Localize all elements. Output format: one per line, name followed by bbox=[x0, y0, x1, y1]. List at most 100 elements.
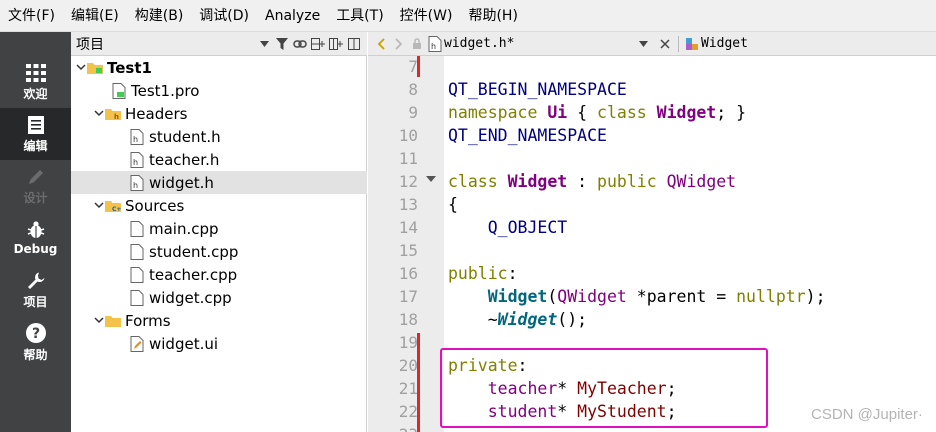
code-line: Q_OBJECT bbox=[448, 216, 567, 239]
code-token: : bbox=[507, 264, 518, 283]
mode-welcome[interactable]: 欢迎 bbox=[0, 56, 71, 108]
editor-file-tab[interactable]: widget.h* bbox=[444, 36, 634, 51]
menu-bar: 文件(F) 编辑(E) 构建(B) 调试(D) Analyze 工具(T) 控件… bbox=[0, 0, 936, 32]
headers-folder-icon: h bbox=[105, 106, 121, 122]
header-file-icon: h bbox=[129, 174, 145, 191]
tree-item-headers[interactable]: h Headers bbox=[71, 102, 367, 125]
wrench-icon bbox=[27, 272, 44, 289]
change-marker bbox=[417, 333, 420, 432]
line-number: 13 bbox=[398, 195, 418, 214]
tree-item-student-h[interactable]: h student.h bbox=[71, 125, 367, 148]
pro-file-icon bbox=[111, 82, 127, 99]
mode-label: 编辑 bbox=[23, 138, 48, 153]
close-pane-icon[interactable] bbox=[345, 35, 363, 53]
code-token: Ui bbox=[547, 103, 568, 122]
tree-item-test1-pro[interactable]: Test1.pro bbox=[71, 79, 367, 102]
menu-edit[interactable]: 编辑(E) bbox=[63, 0, 127, 32]
source-file-icon bbox=[129, 243, 145, 260]
code-token: { bbox=[567, 103, 598, 122]
code-token: public bbox=[448, 264, 508, 283]
line-number: 20 bbox=[398, 356, 418, 375]
mode-projects[interactable]: 项目 bbox=[0, 264, 71, 316]
line-number: 17 bbox=[398, 287, 418, 306]
code-line: QT_BEGIN_NAMESPACE bbox=[448, 78, 627, 101]
split-horizontal-icon[interactable] bbox=[309, 35, 327, 53]
line-number: 23 bbox=[368, 423, 418, 432]
line-number: 21 bbox=[398, 379, 418, 398]
menu-tools[interactable]: 工具(T) bbox=[328, 0, 391, 32]
grid-icon bbox=[25, 63, 46, 82]
chevron-down-icon[interactable] bbox=[75, 62, 87, 74]
line-number: 8 bbox=[408, 80, 418, 99]
tree-item-teacher-h[interactable]: h teacher.h bbox=[71, 148, 367, 171]
lock-icon[interactable] bbox=[408, 35, 426, 53]
menu-file[interactable]: 文件(F) bbox=[0, 0, 63, 32]
chevron-down-icon[interactable] bbox=[93, 108, 105, 120]
chevron-down-icon[interactable] bbox=[93, 315, 105, 327]
tree-item-test1[interactable]: Test1 bbox=[71, 56, 367, 79]
mode-edit[interactable]: 编辑 bbox=[0, 108, 71, 160]
tree-item-forms[interactable]: Forms bbox=[71, 309, 367, 332]
code-line: { bbox=[448, 193, 458, 216]
highlight-box bbox=[440, 348, 768, 428]
filter-icon[interactable] bbox=[273, 35, 291, 53]
menu-help[interactable]: 帮助(H) bbox=[460, 0, 525, 32]
bug-icon bbox=[27, 221, 44, 238]
editor-symbol-selector[interactable]: Widget bbox=[701, 36, 748, 51]
line-number: 16 bbox=[398, 264, 418, 283]
line-number: 14 bbox=[398, 218, 418, 237]
split-vertical-icon[interactable] bbox=[327, 35, 345, 53]
dropdown-arrow-icon[interactable] bbox=[634, 35, 652, 53]
chevron-down-icon[interactable] bbox=[93, 200, 105, 212]
header-file-icon: h bbox=[129, 151, 145, 168]
sources-folder-icon: C+ bbox=[105, 198, 121, 214]
mode-debug[interactable]: Debug bbox=[0, 212, 71, 264]
mode-help[interactable]: ? 帮助 bbox=[0, 316, 71, 368]
code-token: Widget bbox=[656, 103, 717, 122]
line-number: 7 bbox=[408, 57, 418, 76]
tree-item-label: widget.cpp bbox=[149, 288, 232, 307]
ui-file-icon bbox=[129, 335, 145, 352]
editor-toolbar: h widget.h* Widget bbox=[368, 32, 936, 56]
tree-item-main-cpp[interactable]: main.cpp bbox=[71, 217, 367, 240]
project-tree: Test1 Test1.pro h Headers h student.h h … bbox=[71, 56, 367, 432]
fold-arrow-icon[interactable] bbox=[426, 176, 436, 182]
menu-debug[interactable]: 调试(D) bbox=[191, 0, 257, 32]
svg-text:h: h bbox=[114, 113, 119, 121]
back-arrow-icon[interactable] bbox=[372, 35, 390, 53]
line-number: 9 bbox=[408, 103, 418, 122]
close-document-icon[interactable] bbox=[656, 35, 674, 53]
menu-analyze[interactable]: Analyze bbox=[257, 0, 328, 32]
tree-item-label: Test1.pro bbox=[131, 81, 200, 100]
tree-item-widget-h[interactable]: h widget.h bbox=[71, 171, 367, 194]
watermark: CSDN @Jupiter· bbox=[811, 406, 923, 423]
tree-item-student-cpp[interactable]: student.cpp bbox=[71, 240, 367, 263]
code-token: { bbox=[448, 195, 458, 214]
svg-text:h: h bbox=[133, 158, 138, 167]
code-token: ); bbox=[805, 287, 826, 306]
code-token: : bbox=[567, 172, 598, 191]
code-token: Widget bbox=[507, 172, 568, 191]
tree-item-label: Forms bbox=[125, 311, 171, 330]
tree-item-sources[interactable]: C+ Sources bbox=[71, 194, 367, 217]
project-folder-icon bbox=[87, 60, 103, 76]
line-number: 22 bbox=[398, 402, 418, 421]
change-marker bbox=[417, 56, 420, 77]
menu-controls[interactable]: 控件(W) bbox=[392, 0, 461, 32]
svg-text:h: h bbox=[431, 42, 436, 51]
forward-arrow-icon[interactable] bbox=[390, 35, 408, 53]
mode-label: 设计 bbox=[23, 190, 48, 205]
tree-item-widget-ui[interactable]: widget.ui bbox=[71, 332, 367, 355]
mode-design[interactable]: 设计 bbox=[0, 160, 71, 212]
project-pane-toolbar: 项目 bbox=[71, 32, 367, 56]
forms-folder-icon bbox=[105, 313, 121, 329]
menu-build[interactable]: 构建(B) bbox=[127, 0, 192, 32]
tree-item-widget-cpp[interactable]: widget.cpp bbox=[71, 286, 367, 309]
dropdown-arrow-icon[interactable] bbox=[255, 35, 273, 53]
code-line: ~Widget(); bbox=[448, 308, 587, 331]
link-icon[interactable] bbox=[291, 35, 309, 53]
code-token: class bbox=[448, 172, 498, 191]
tree-item-teacher-cpp[interactable]: teacher.cpp bbox=[71, 263, 367, 286]
